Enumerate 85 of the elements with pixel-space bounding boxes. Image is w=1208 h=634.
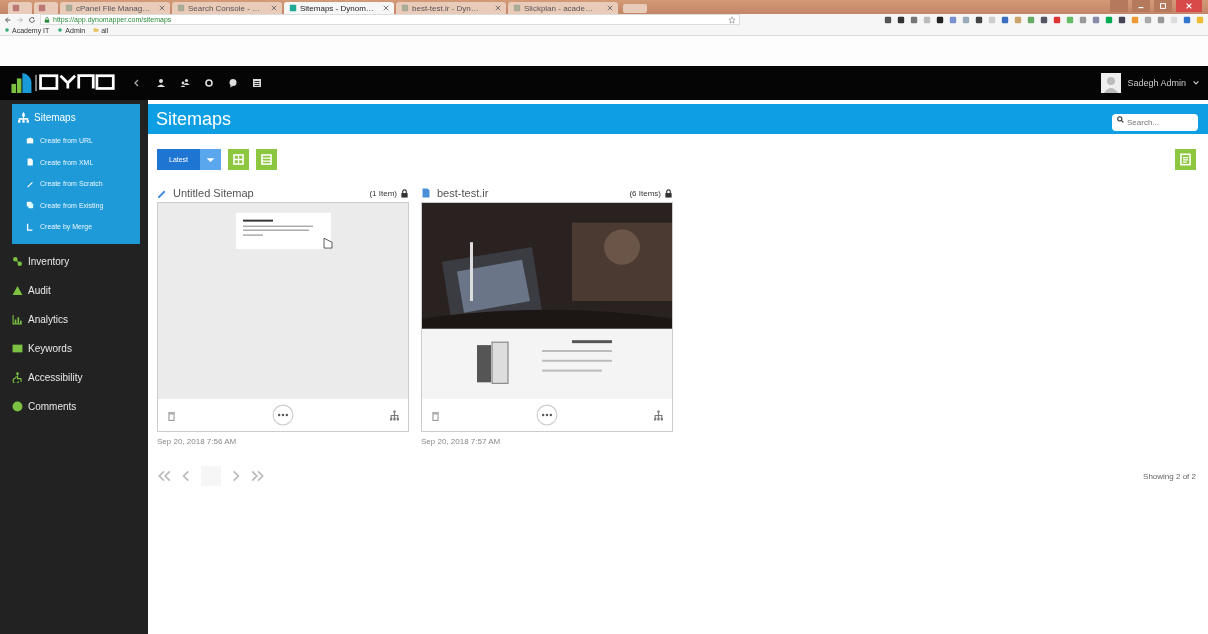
sidebar-item[interactable]: Comments	[6, 391, 140, 421]
more-icon[interactable]	[536, 404, 558, 426]
users-icon[interactable]	[180, 78, 190, 88]
page-icon	[12, 4, 20, 12]
maximize-icon	[1159, 2, 1167, 10]
back-icon[interactable]	[4, 15, 12, 24]
warning-icon	[12, 284, 23, 296]
browser-tab[interactable]: Sitemaps - Dynom…	[284, 2, 394, 14]
maximize-button[interactable]	[1154, 0, 1172, 12]
page-icon	[177, 4, 185, 12]
folder-icon	[93, 27, 100, 33]
sidebar-item[interactable]: Analytics	[6, 304, 140, 334]
user-menu[interactable]: Sadegh Admin	[1101, 73, 1200, 93]
item-count: (6 Items)	[629, 188, 661, 198]
bookmark-icon	[57, 27, 64, 33]
wheelchair-icon	[12, 371, 23, 383]
star-icon[interactable]	[728, 15, 736, 24]
last-page-icon[interactable]	[251, 470, 265, 482]
avatar-icon	[1101, 73, 1122, 93]
sitemap-title[interactable]: Untitled Sitemap	[173, 187, 254, 199]
lock-icon[interactable]	[664, 188, 673, 198]
date-text: Sep 20, 2018 7:56 AM	[157, 437, 238, 446]
hierarchy-icon[interactable]	[653, 409, 664, 421]
lock-icon	[44, 16, 50, 23]
reload-icon[interactable]	[28, 15, 36, 24]
grid-view-button[interactable]	[228, 149, 250, 170]
item-count: (1 Item)	[369, 188, 397, 198]
table-icon	[260, 153, 274, 166]
list-view-button[interactable]	[256, 149, 278, 170]
bar-chart-icon	[12, 313, 23, 325]
page-icon	[513, 4, 521, 12]
first-page-icon[interactable]	[157, 470, 171, 482]
sidebar-item[interactable]: Inventory	[6, 246, 140, 276]
browser-tab[interactable]: Slickplan - acade…	[508, 2, 618, 14]
more-icon[interactable]	[272, 404, 294, 426]
notes-button[interactable]	[1175, 149, 1196, 170]
close-icon	[1185, 2, 1193, 10]
pencil-icon	[157, 188, 167, 198]
sitemap-icon	[18, 111, 29, 123]
pencil-icon	[26, 179, 34, 188]
list-icon[interactable]	[252, 78, 262, 88]
search-field[interactable]: Search...	[1112, 113, 1198, 131]
merge-icon	[26, 222, 34, 231]
chat-icon	[12, 400, 23, 412]
minimize-button[interactable]	[1132, 0, 1150, 12]
sidebar-item[interactable]: Accessibility	[6, 362, 140, 392]
page-icon	[65, 4, 73, 12]
user-icon[interactable]	[156, 78, 166, 88]
close-icon[interactable]	[607, 5, 613, 11]
browser-tab[interactable]	[34, 2, 58, 14]
sidebar-item[interactable]: Audit	[6, 275, 140, 305]
document-icon	[421, 188, 431, 198]
page-title: Sitemaps	[156, 108, 232, 130]
bookmark-icon	[4, 27, 10, 33]
document-icon	[1179, 153, 1192, 166]
browser-tab[interactable]: Search Console - …	[172, 2, 282, 14]
browser-tab[interactable]: cPanel File Manag…	[60, 2, 170, 14]
grid-icon	[232, 153, 246, 166]
settings-icon[interactable]	[204, 78, 214, 88]
sitemap-title[interactable]: best-test.ir	[437, 187, 489, 199]
comment-icon[interactable]	[228, 78, 238, 88]
close-icon[interactable]	[383, 5, 389, 11]
sidebar-item[interactable]: Keywords	[6, 333, 140, 363]
dropdown-button[interactable]	[200, 149, 222, 170]
page-icon	[401, 4, 409, 12]
lock-icon[interactable]	[400, 188, 409, 198]
copy-icon	[26, 201, 34, 210]
trash-icon[interactable]	[430, 409, 441, 421]
browser-tab[interactable]: best-test.ir - Dyn…	[396, 2, 506, 14]
date-text: Sep 20, 2018 7:57 AM	[421, 437, 502, 446]
results-count: Showing 2 of 2	[1143, 471, 1196, 481]
trash-icon[interactable]	[166, 409, 177, 421]
close-icon[interactable]	[271, 5, 277, 11]
close-icon[interactable]	[495, 5, 501, 11]
close-button[interactable]	[1176, 0, 1202, 12]
page-icon	[38, 4, 46, 12]
sitemap-card[interactable]	[421, 202, 673, 432]
page-icon	[289, 4, 297, 12]
close-icon[interactable]	[159, 5, 165, 11]
hierarchy-icon[interactable]	[389, 409, 400, 421]
file-icon	[26, 158, 34, 167]
nodes-icon	[12, 255, 23, 267]
caret-icon	[1192, 79, 1200, 87]
browser-tab[interactable]	[8, 2, 32, 14]
search-icon	[1117, 115, 1124, 123]
